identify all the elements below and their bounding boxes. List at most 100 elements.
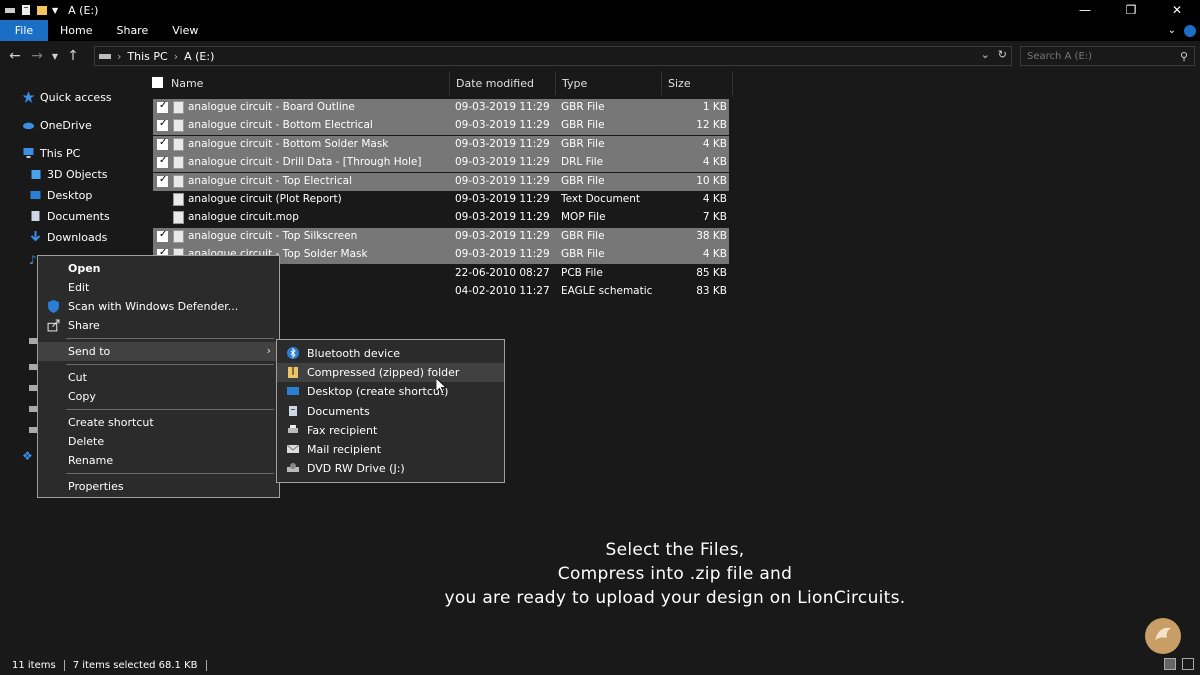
- sidebar-item-3d-objects[interactable]: 3D Objects: [29, 165, 108, 183]
- search-icon[interactable]: ⚲: [1180, 50, 1188, 63]
- send-to-mail[interactable]: Mail recipient: [277, 440, 504, 459]
- expand-ribbon-icon[interactable]: ⌄: [1168, 25, 1176, 36]
- column-header-size[interactable]: Size: [668, 71, 691, 95]
- column-header-type[interactable]: Type: [562, 71, 587, 95]
- sidebar-item-onedrive[interactable]: OneDrive: [22, 116, 92, 134]
- menu-item-create-shortcut[interactable]: Create shortcut: [38, 413, 279, 432]
- address-bar[interactable]: › This PC › A (E:) ⌄ ↻: [94, 46, 1012, 66]
- up-arrow-icon[interactable]: ↑: [62, 48, 84, 64]
- menu-separator: [66, 409, 274, 410]
- tab-home[interactable]: Home: [48, 20, 104, 41]
- caption-line-1: Select the Files,: [605, 540, 745, 560]
- breadcrumb-separator-icon[interactable]: ›: [117, 50, 121, 63]
- send-to-submenu: Bluetooth device Compressed (zipped) fol…: [276, 339, 505, 483]
- sidebar-item-this-pc[interactable]: This PC: [22, 144, 80, 162]
- menu-item-rename[interactable]: Rename: [38, 451, 279, 470]
- window-title: A (E:): [68, 3, 99, 17]
- file-size: 12 KB: [696, 119, 727, 132]
- menu-item-properties[interactable]: Properties: [38, 477, 279, 496]
- file-size: 4 KB: [702, 248, 727, 261]
- details-view-icon[interactable]: [1164, 658, 1176, 670]
- file-type: GBR File: [561, 229, 605, 242]
- file-row[interactable]: analogue circuit - Bottom Electrical 09-0…: [153, 117, 729, 136]
- network-icon[interactable]: ❖: [22, 449, 33, 463]
- help-icon[interactable]: [1184, 24, 1196, 37]
- file-row[interactable]: analogue circuit.mop 09-03-2019 11:29 MOP …: [153, 209, 729, 227]
- address-dropdown-icon[interactable]: ⌄: [981, 48, 990, 61]
- column-divider[interactable]: [661, 71, 662, 95]
- forward-arrow-icon[interactable]: →: [26, 48, 48, 64]
- file-row[interactable]: analogue circuit - Top Electrical 09-03-2…: [153, 172, 729, 191]
- search-input[interactable]: Search A (E:) ⚲: [1020, 46, 1195, 66]
- menu-item-share[interactable]: Share: [38, 316, 279, 335]
- file-row[interactable]: analogue circuit - Drill Data - [Through…: [153, 154, 729, 173]
- quick-access-dropdown-icon[interactable]: ▼: [52, 6, 58, 15]
- file-row[interactable]: analogue circuit - Board Outline 09-03-20…: [153, 99, 729, 117]
- send-to-dvd-drive[interactable]: DVD RW Drive (J:): [277, 459, 504, 478]
- menu-separator: [66, 473, 274, 474]
- row-checkbox[interactable]: [157, 100, 168, 113]
- file-name: analogue circuit - Drill Data - [Through…: [188, 156, 422, 169]
- breadcrumb-this-pc[interactable]: This PC: [127, 50, 167, 63]
- row-checkbox[interactable]: [157, 174, 168, 187]
- new-folder-icon[interactable]: [36, 4, 48, 16]
- file-row[interactable]: analogue circuit - Top Silkscreen 09-03-2…: [153, 227, 729, 246]
- share-icon: [47, 319, 60, 332]
- file-icon: [173, 211, 184, 225]
- file-name: analogue circuit - Top Electrical: [188, 174, 353, 187]
- file-type: Text Document: [561, 193, 640, 205]
- sidebar-item-desktop[interactable]: Desktop: [29, 186, 92, 204]
- tab-view[interactable]: View: [160, 20, 210, 41]
- status-separator: [205, 659, 207, 671]
- breadcrumb-separator-icon[interactable]: ›: [174, 50, 178, 63]
- menu-separator: [66, 364, 274, 365]
- column-divider[interactable]: [555, 71, 556, 95]
- column-divider[interactable]: [449, 71, 450, 95]
- menu-item-open[interactable]: Open: [38, 259, 279, 278]
- shield-icon: [48, 300, 59, 313]
- file-row[interactable]: analogue circuit (Plot Report) 09-03-2019…: [153, 191, 729, 209]
- send-to-compressed-folder[interactable]: Compressed (zipped) folder: [277, 363, 504, 382]
- breadcrumb-drive[interactable]: A (E:): [184, 50, 214, 63]
- sidebar-item-quick-access[interactable]: Quick access: [22, 88, 112, 106]
- file-icon: [173, 193, 184, 206]
- minimize-button[interactable]: —: [1062, 0, 1108, 20]
- restore-button[interactable]: ❐: [1108, 0, 1154, 20]
- recent-locations-icon[interactable]: ▼: [48, 52, 62, 61]
- menu-item-delete[interactable]: Delete: [38, 432, 279, 451]
- properties-icon[interactable]: [20, 4, 32, 16]
- file-date: 09-03-2019 11:29: [455, 137, 550, 150]
- row-checkbox[interactable]: [157, 118, 168, 132]
- menu-item-send-to[interactable]: Send to ›: [38, 342, 279, 361]
- row-checkbox[interactable]: [157, 137, 168, 150]
- send-to-desktop[interactable]: Desktop (create shortcut): [277, 382, 504, 401]
- tab-file[interactable]: File: [0, 20, 48, 41]
- tab-share[interactable]: Share: [104, 20, 160, 41]
- row-checkbox[interactable]: [157, 155, 168, 169]
- file-type: GBR File: [561, 101, 605, 113]
- close-button[interactable]: ✕: [1154, 0, 1200, 20]
- search-placeholder: Search A (E:): [1027, 50, 1093, 62]
- column-header-date[interactable]: Date modified: [456, 71, 534, 95]
- menu-item-cut[interactable]: Cut: [38, 368, 279, 387]
- column-header-name[interactable]: Name: [171, 71, 203, 95]
- back-arrow-icon[interactable]: ←: [4, 48, 26, 64]
- select-all-checkbox[interactable]: [152, 77, 163, 88]
- column-divider[interactable]: [732, 71, 733, 95]
- file-name: analogue circuit - Bottom Solder Mask: [188, 137, 389, 150]
- star-icon: [22, 91, 35, 103]
- large-icons-view-icon[interactable]: [1182, 658, 1194, 670]
- file-type: PCB File: [561, 266, 603, 279]
- file-row[interactable]: analogue circuit - Bottom Solder Mask 09-…: [153, 135, 729, 154]
- send-to-documents[interactable]: Documents: [277, 402, 504, 421]
- refresh-icon[interactable]: ↻: [998, 48, 1007, 61]
- row-checkbox[interactable]: [157, 229, 168, 242]
- menu-item-scan-defender[interactable]: Scan with Windows Defender...: [38, 297, 279, 316]
- sidebar-item-downloads[interactable]: Downloads: [29, 228, 107, 246]
- music-icon[interactable]: ♪: [29, 253, 37, 267]
- send-to-bluetooth[interactable]: Bluetooth device: [277, 344, 504, 363]
- menu-item-copy[interactable]: Copy: [38, 387, 279, 406]
- send-to-fax[interactable]: Fax recipient: [277, 421, 504, 440]
- menu-item-edit[interactable]: Edit: [38, 278, 279, 297]
- sidebar-item-documents[interactable]: Documents: [29, 207, 110, 225]
